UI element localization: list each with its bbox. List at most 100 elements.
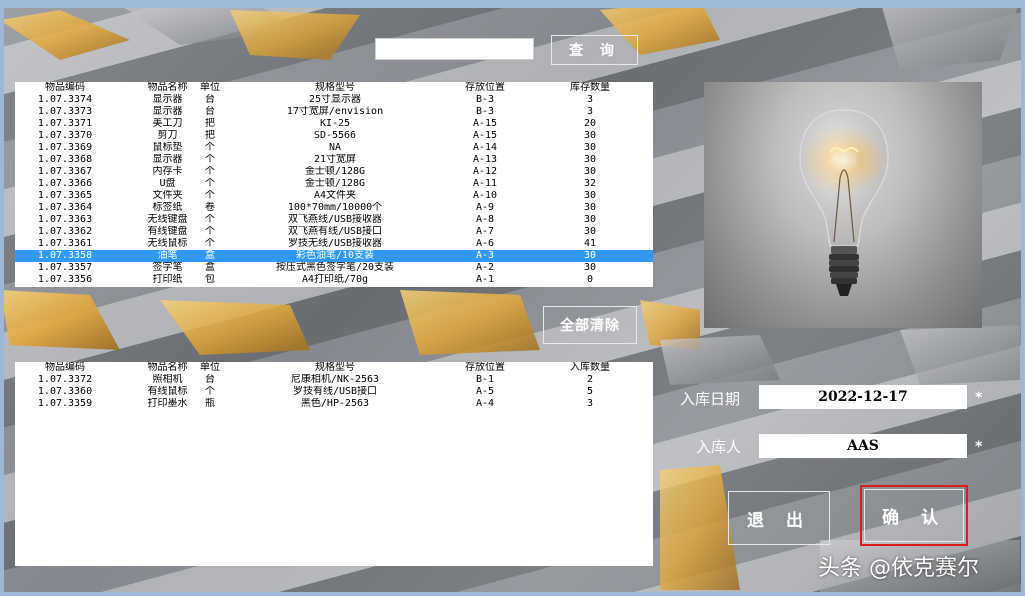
table-row[interactable]: 1.07.3366 U盘个金士顿/128G A-11 32 (15, 178, 653, 190)
cell-qty: 2 (586, 374, 594, 385)
confirm-button[interactable]: 确 认 (860, 485, 968, 546)
cell-spec: A4文件夹 (313, 190, 357, 201)
table-row[interactable]: 1.07.3362 有线键盘个双飞燕有线/USB接口 A-7 30 (15, 226, 653, 238)
query-button[interactable]: 查 询 (551, 35, 638, 65)
cell-unit: 个 (205, 238, 215, 249)
table-row[interactable]: 1.07.3372 照相机台尼康相机/NK-2563 B-1 2 (15, 374, 653, 386)
table-row[interactable]: 1.07.3367 内存卡个金士顿/128G A-12 30 (15, 166, 653, 178)
cell-code: 1.07.3373 (37, 106, 93, 117)
cell-location: B-3 (475, 94, 495, 105)
cell-location: A-14 (472, 142, 498, 153)
cell-qty: 30 (583, 226, 597, 237)
cell-location: A-7 (475, 226, 495, 237)
cell-code: 1.07.3358 (37, 250, 93, 261)
cell-unit: 个 (205, 386, 215, 397)
date-field[interactable]: 2022-12-17 (759, 385, 967, 409)
cell-spec: 金士顿/128G (304, 178, 366, 189)
cell-qty: 3 (586, 398, 594, 409)
cell-code: 1.07.3362 (37, 226, 93, 237)
cell-unit: 个 (205, 178, 215, 189)
table-row[interactable]: 1.07.3358 油笔盒彩色油笔/10支装 A-3 30 (15, 250, 653, 262)
cell-unit: 台 (205, 106, 215, 117)
cell-spec: 尼康相机/NK-2563 (290, 374, 380, 385)
table-row[interactable]: 1.07.3371 美工刀把 KI-25 A-15 20 (15, 118, 653, 130)
cell-code: 1.07.3361 (37, 238, 93, 249)
cell-spec: NA (328, 142, 342, 153)
cell-qty: 30 (583, 214, 597, 225)
search-input[interactable] (375, 38, 534, 60)
cell-code: 1.07.3365 (37, 190, 93, 201)
table-row[interactable]: 1.07.3360 有线鼠标个罗技有线/USB接口 A-5 5 (15, 386, 653, 398)
cell-qty: 30 (583, 130, 597, 141)
cell-location: A-15 (472, 130, 498, 141)
cell-location: B-3 (475, 106, 495, 117)
table-row[interactable]: 1.07.3365 文件夹个 A4文件夹 A-10 30 (15, 190, 653, 202)
cell-unit: 个 (205, 190, 215, 201)
cell-location: A-8 (475, 214, 495, 225)
date-label: 入库日期 (680, 390, 741, 408)
cell-unit: 盒 (205, 250, 215, 261)
cell-qty: 0 (586, 274, 594, 285)
table-row[interactable]: 1.07.3356 打印纸包 A4打印纸/70g A-1 0 (15, 274, 653, 286)
header-quantity: 入库数量 (570, 362, 610, 373)
cell-unit: 个 (205, 214, 215, 225)
exit-button[interactable]: 退 出 (728, 491, 830, 545)
cell-spec: 金士顿/128G (304, 166, 366, 177)
cell-unit: 把 (205, 118, 215, 129)
inventory-header-row: 物品编码 物品名称 单位 规格型号 存放位置 库存数量 (15, 82, 653, 94)
cell-unit: 把 (205, 130, 215, 141)
cell-qty: 5 (586, 386, 594, 397)
cell-spec: SD-5566 (313, 130, 357, 141)
cell-spec: 彩色油笔/10支装 (295, 250, 375, 261)
cell-qty: 30 (583, 202, 597, 213)
cell-code: 1.07.3374 (37, 94, 93, 105)
table-row[interactable]: 1.07.3374 显示器台 25寸显示器 B-3 3 (15, 94, 653, 106)
table-row[interactable]: 1.07.3359 打印墨水瓶黑色/HP-2563 A-4 3 (15, 398, 653, 410)
window-frame-top (0, 0, 1025, 8)
cell-unit: 瓶 (205, 398, 215, 409)
header-stock: 库存数量 (570, 82, 610, 93)
cell-spec: 罗技有线/USB接口 (292, 386, 378, 397)
header-code: 物品编码 (45, 362, 85, 373)
cell-location: A-12 (472, 166, 498, 177)
person-field[interactable]: AAS (759, 434, 967, 458)
table-row[interactable]: 1.07.3368 显示器个 21寸宽屏 A-13 30 (15, 154, 653, 166)
cell-qty: 30 (583, 250, 597, 261)
table-row[interactable]: 1.07.3361 无线鼠标个罗技无线/USB接收器 A-6 41 (15, 238, 653, 250)
cell-location: A-10 (472, 190, 498, 201)
cell-spec: 按压式黑色签字笔/20支装 (275, 262, 395, 273)
cell-qty: 20 (583, 118, 597, 129)
cell-code: 1.07.3360 (37, 386, 93, 397)
cell-code: 1.07.3366 (37, 178, 93, 189)
table-row[interactable]: 1.07.3369 鼠标垫个 NA A-14 30 (15, 142, 653, 154)
table-row[interactable]: 1.07.3364 标签纸卷 100*70mm/10000个 A-9 30 (15, 202, 653, 214)
cell-unit: 台 (205, 94, 215, 105)
table-row[interactable]: 1.07.3373 显示器台 17寸宽屏/envision B-3 3 (15, 106, 653, 118)
cell-spec: 罗技无线/USB接收器 (287, 238, 383, 249)
cell-unit: 盒 (205, 262, 215, 273)
clear-all-button[interactable]: 全部清除 (543, 306, 637, 344)
cell-spec: 21寸宽屏 (313, 154, 357, 165)
cell-qty: 32 (583, 178, 597, 189)
window-frame-left (0, 0, 4, 596)
cell-unit: 个 (205, 166, 215, 177)
cell-qty: 30 (583, 154, 597, 165)
person-label: 入库人 (696, 438, 742, 456)
table-row[interactable]: 1.07.3370 剪刀把 SD-5566 A-15 30 (15, 130, 653, 142)
light-bulb-image (704, 82, 982, 328)
inventory-list[interactable]: 物品编码 物品名称 单位 规格型号 存放位置 库存数量 1.07.3374 显示器… (15, 82, 653, 287)
required-mark: * (975, 439, 983, 455)
header-unit: 单位 (200, 82, 220, 93)
cell-location: A-1 (475, 274, 495, 285)
cell-code: 1.07.3370 (37, 130, 93, 141)
watermark: 头条 @依克赛尔 (818, 556, 979, 581)
cell-location: A-3 (475, 250, 495, 261)
table-row[interactable]: 1.07.3363 无线键盘个双飞燕线/USB接收器 A-8 30 (15, 214, 653, 226)
cell-unit: 台 (205, 374, 215, 385)
table-row[interactable]: 1.07.3357 签字笔盒按压式黑色签字笔/20支装 A-2 30 (15, 262, 653, 274)
cell-qty: 3 (586, 106, 594, 117)
header-spec: 规格型号 (315, 362, 355, 373)
entry-list[interactable]: 物品编码 物品名称 单位 规格型号 存放位置 入库数量 1.07.3372 照相机… (15, 362, 653, 566)
cell-location: A-6 (475, 238, 495, 249)
cell-code: 1.07.3372 (37, 374, 93, 385)
